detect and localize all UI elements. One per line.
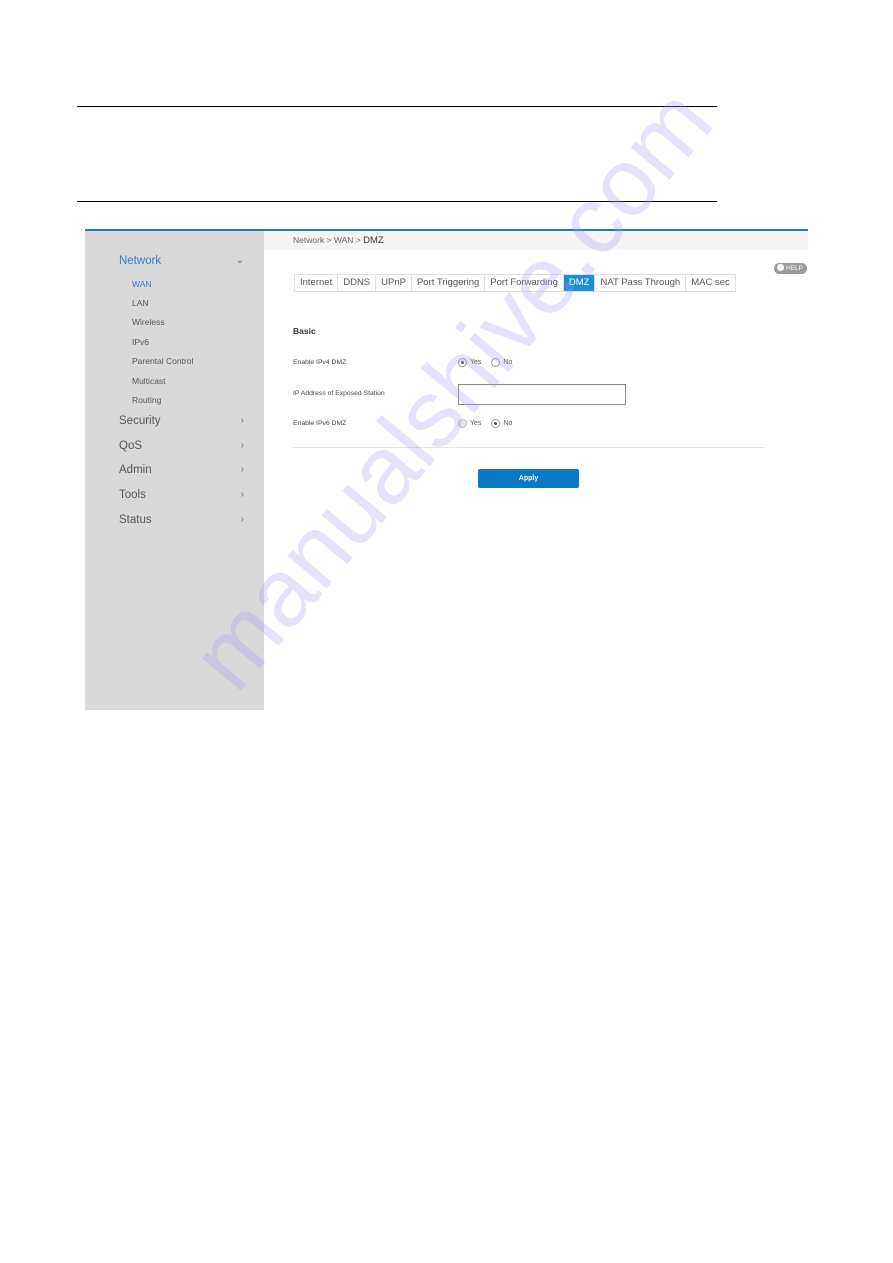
breadcrumb-item-wan[interactable]: WAN: [334, 235, 354, 245]
sidebar-item-status[interactable]: Status ›: [119, 514, 244, 526]
ipv6-dmz-option-no[interactable]: No: [491, 419, 512, 428]
sidebar-item-label: QoS: [119, 440, 143, 452]
chevron-right-icon: ›: [240, 514, 244, 525]
ipv4-dmz-no-radio[interactable]: [491, 358, 501, 367]
chevron-right-icon: ›: [240, 489, 244, 500]
sidebar-item-label: Network: [119, 255, 162, 267]
form-divider: [293, 447, 765, 448]
ipv6-dmz-yes-radio[interactable]: [458, 419, 467, 428]
ip-address-label: IP Address of Exposed Station: [293, 390, 385, 397]
breadcrumb-current: DMZ: [363, 235, 384, 246]
breadcrumb-item-network[interactable]: Network: [293, 235, 324, 245]
ipv6-dmz-label: Enable IPv6 DMZ: [293, 420, 347, 427]
ipv4-dmz-yes-radio[interactable]: [458, 358, 467, 367]
chevron-right-icon: ›: [240, 440, 244, 451]
ipv4-dmz-option-yes[interactable]: Yes: [458, 358, 481, 367]
document-rule-top: [77, 106, 717, 107]
sidebar-item-tools[interactable]: Tools ›: [119, 489, 244, 501]
router-admin-screenshot: Network ⌄ WAN LAN Wireless IPv6 Parental…: [85, 229, 808, 710]
tab-bar: Internet DDNS UPnP Port Triggering Port …: [294, 274, 736, 292]
sidebar-item-security[interactable]: Security ›: [119, 415, 244, 427]
sidebar-subitem-ipv6[interactable]: IPv6: [132, 337, 149, 347]
sidebar-item-qos[interactable]: QoS ›: [119, 440, 244, 452]
ipv6-dmz-no-radio[interactable]: [491, 419, 501, 428]
chevron-right-icon: ›: [240, 464, 244, 475]
apply-button[interactable]: Apply: [478, 469, 579, 488]
sidebar-item-admin[interactable]: Admin ›: [119, 464, 244, 476]
tab-mac-sec[interactable]: MAC sec: [686, 275, 735, 291]
radio-label: No: [503, 420, 513, 427]
radio-label: Yes: [470, 420, 482, 427]
sidebar-item-network[interactable]: Network ⌄: [119, 255, 244, 267]
radio-label: Yes: [470, 359, 482, 366]
tab-port-forwarding[interactable]: Port Forwarding: [485, 275, 564, 291]
sidebar-subitem-parental-control[interactable]: Parental Control: [132, 356, 193, 366]
radio-label: No: [503, 359, 513, 366]
ip-address-input[interactable]: [458, 384, 626, 405]
ipv4-dmz-option-no[interactable]: No: [491, 358, 512, 367]
chevron-left-circle-icon: ‹: [777, 263, 784, 271]
help-button[interactable]: ‹ HELP: [774, 263, 807, 274]
ipv4-dmz-radio-group: Yes No: [458, 358, 522, 367]
tab-upnp[interactable]: UPnP: [376, 275, 412, 291]
section-title-basic: Basic: [293, 326, 316, 336]
document-rule-bottom: [77, 201, 717, 202]
tab-port-triggering[interactable]: Port Triggering: [412, 275, 486, 291]
breadcrumb-separator: >: [353, 235, 364, 245]
ipv6-dmz-radio-group: Yes No: [458, 419, 522, 428]
tab-nat-pass-through[interactable]: NAT Pass Through: [595, 275, 687, 291]
sidebar: Network ⌄ WAN LAN Wireless IPv6 Parental…: [85, 231, 264, 710]
sidebar-subitem-multicast[interactable]: Multicast: [132, 376, 166, 386]
breadcrumb-separator: >: [324, 235, 334, 245]
sidebar-item-label: Tools: [119, 489, 146, 501]
ipv4-dmz-label: Enable IPv4 DMZ: [293, 359, 347, 366]
chevron-down-icon: ⌄: [235, 255, 244, 266]
ipv6-dmz-option-yes[interactable]: Yes: [458, 419, 481, 428]
sidebar-item-label: Status: [119, 514, 152, 526]
sidebar-subitem-wireless[interactable]: Wireless: [132, 317, 165, 327]
sidebar-subitem-routing[interactable]: Routing: [132, 395, 161, 405]
sidebar-subitem-lan[interactable]: LAN: [132, 298, 149, 308]
breadcrumb: Network > WAN > DMZ: [293, 235, 384, 246]
tab-ddns[interactable]: DDNS: [338, 275, 377, 291]
sidebar-item-label: Security: [119, 415, 161, 427]
sidebar-item-label: Admin: [119, 464, 152, 476]
sidebar-subitem-wan[interactable]: WAN: [132, 279, 152, 289]
chevron-right-icon: ›: [240, 415, 244, 426]
tab-internet[interactable]: Internet: [295, 275, 339, 291]
tab-dmz[interactable]: DMZ: [563, 275, 596, 291]
help-label: HELP: [786, 265, 803, 272]
breadcrumb-bar: Network > WAN > DMZ: [264, 231, 808, 250]
